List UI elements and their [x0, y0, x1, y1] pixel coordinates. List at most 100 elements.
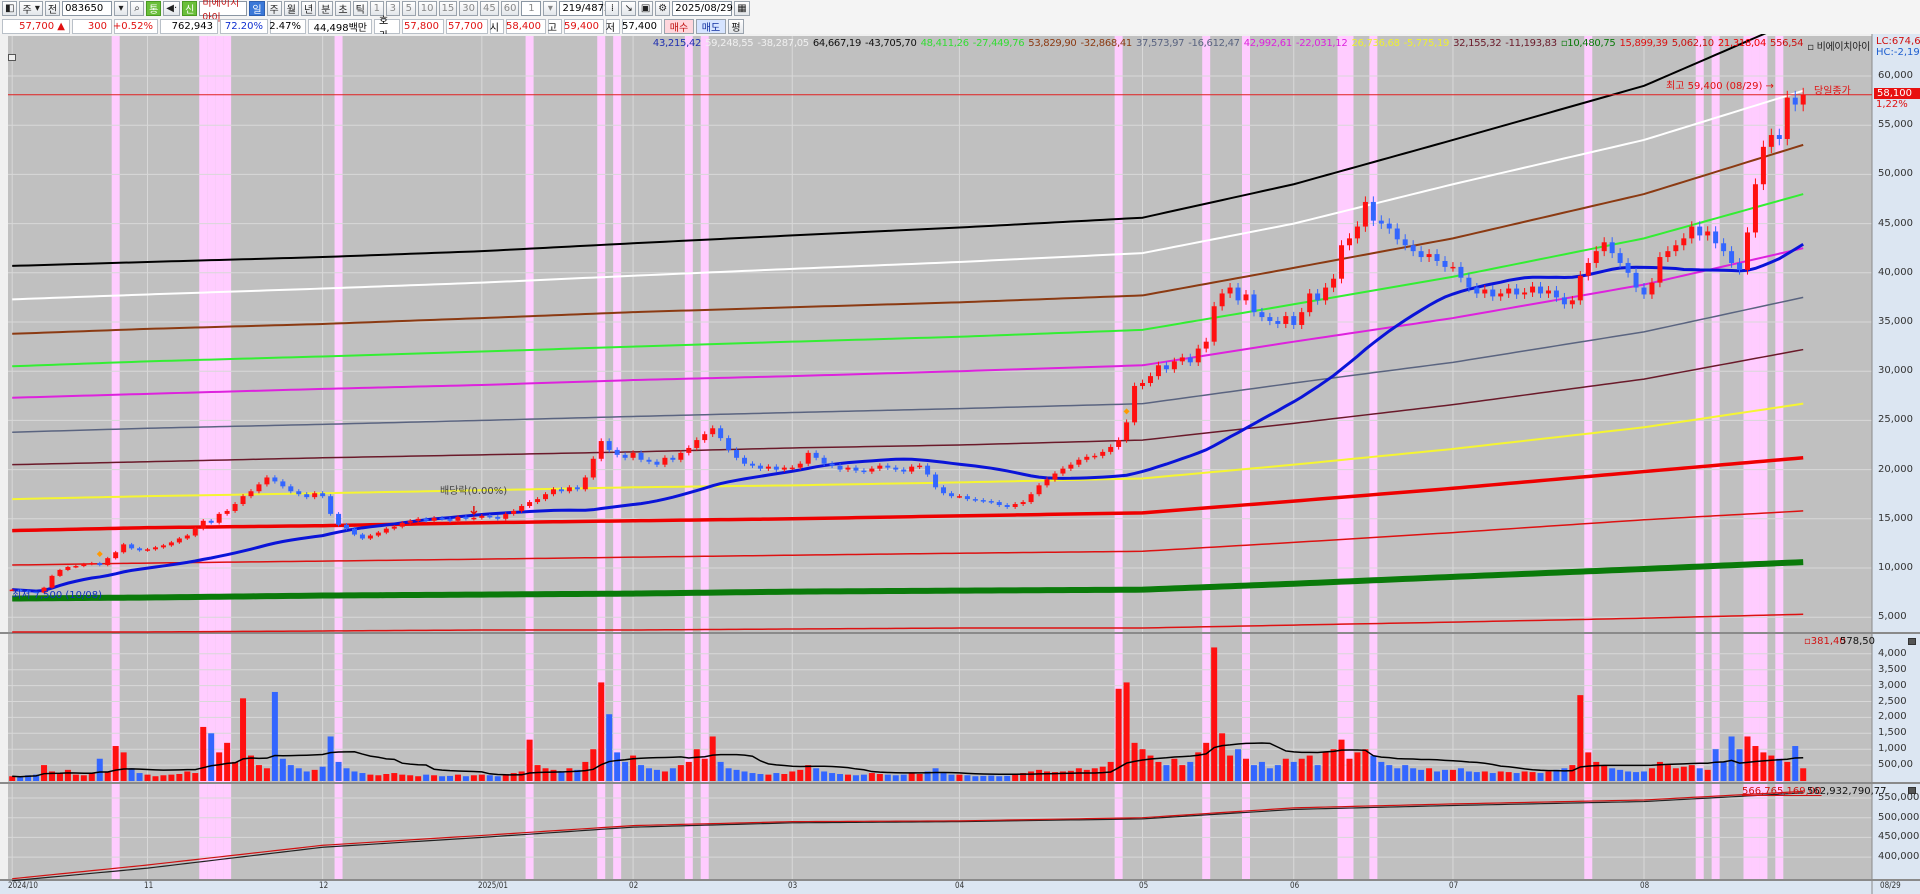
all-button[interactable]: 전	[44, 1, 61, 16]
candle-body	[200, 520, 206, 529]
volume-bar	[295, 768, 302, 781]
period-tick[interactable]: 틱	[352, 1, 368, 16]
volume-bar	[1067, 770, 1074, 781]
gear-icon[interactable]: ⚙	[655, 1, 671, 16]
candle-body	[121, 544, 127, 553]
volume-bar	[271, 691, 278, 781]
interval-60[interactable]: 60	[500, 1, 520, 16]
candle-body	[383, 528, 389, 533]
interval-5[interactable]: 5	[401, 1, 416, 16]
volume-bar	[916, 774, 923, 781]
period-second[interactable]: 초	[335, 1, 351, 16]
volume-bar	[646, 768, 652, 781]
bid-price: 57,700	[446, 19, 488, 34]
candle-body	[972, 499, 978, 501]
interval-45[interactable]: 45	[479, 1, 499, 16]
close-annotation: 당일종가	[1814, 86, 1851, 97]
interval-input[interactable]: 1	[521, 1, 542, 16]
period-type-select[interactable]: 주 ▾	[19, 1, 43, 16]
volume-bar	[263, 768, 270, 781]
volume-bar	[462, 776, 469, 781]
interval-10[interactable]: 10	[417, 1, 437, 16]
candle-body	[1649, 282, 1655, 295]
candle-body	[1426, 254, 1432, 258]
candle-body	[1116, 440, 1122, 447]
volume-bar	[1091, 768, 1098, 781]
volume-bar	[1449, 769, 1456, 781]
candle-body	[415, 518, 421, 521]
candle-body	[837, 465, 843, 470]
legend-value: ▫ 비에이치아이	[1807, 42, 1870, 53]
volume-bar	[1648, 768, 1655, 781]
speaker-icon[interactable]: ◀·	[163, 1, 181, 16]
volume-bar	[168, 774, 175, 781]
trend-icon[interactable]: ↘	[621, 1, 636, 16]
search-icon[interactable]: ⌕	[130, 1, 145, 16]
buy-button[interactable]: 매수	[664, 19, 694, 34]
low-price: 57,400	[622, 19, 662, 34]
volume-tick-label: 3,000	[1878, 679, 1907, 691]
legend-value: -32,868,41	[1080, 38, 1132, 49]
period-year[interactable]: 년	[300, 1, 317, 16]
candle-body	[503, 513, 509, 519]
volume-bar	[1752, 746, 1759, 781]
candle-body	[1641, 287, 1647, 295]
stock-chart[interactable]	[0, 34, 1920, 894]
new-badge[interactable]: 신	[182, 1, 198, 16]
date-tick-label: 11	[143, 881, 153, 891]
candle-body	[1768, 135, 1774, 147]
highlight-band	[1695, 36, 1704, 880]
sell-button[interactable]: 매도	[696, 19, 726, 34]
date-input[interactable]: 2025/08/29	[672, 1, 733, 16]
candle-body	[1689, 226, 1695, 239]
volume-bar	[1219, 733, 1226, 781]
legend-value: 59,248,55	[705, 38, 754, 49]
volume-bar	[240, 698, 247, 781]
volume-bar	[391, 773, 398, 781]
candle-body	[511, 510, 517, 514]
candle-body	[1402, 239, 1408, 246]
code-dropdown-icon[interactable]: ▾	[114, 1, 129, 16]
candle-body	[1315, 293, 1321, 301]
candle-body	[336, 513, 342, 525]
candle-body	[272, 477, 278, 482]
calendar-icon[interactable]: ▦	[734, 1, 750, 16]
chart-menu-icon[interactable]	[8, 54, 16, 61]
period-minute[interactable]: 분	[318, 1, 334, 16]
interval-30[interactable]: 30	[459, 1, 478, 16]
interval-dropdown-icon[interactable]: ▾	[543, 1, 558, 16]
volume-bar	[1282, 758, 1289, 781]
volume-bar	[1728, 736, 1735, 781]
volume-panel-menu-icon[interactable]	[1908, 638, 1916, 645]
candle-body	[1299, 312, 1305, 325]
volume-bar	[1593, 761, 1600, 781]
volume-bar	[685, 761, 692, 781]
candle-body	[1737, 262, 1743, 270]
high-label: 고	[548, 19, 562, 34]
candle-body	[57, 569, 63, 576]
layout-icon[interactable]: ◧	[2, 1, 18, 16]
period-day[interactable]: 일	[249, 1, 265, 16]
stock-code-input[interactable]: 083650	[62, 1, 113, 16]
stock-name-field[interactable]: 비에이치아이	[199, 0, 248, 24]
period-month[interactable]: 월	[283, 1, 299, 16]
save-icon[interactable]: ▣	[637, 1, 654, 16]
volume-bar	[566, 768, 573, 781]
avg-button[interactable]: 평	[728, 19, 744, 34]
volume-bar	[144, 774, 151, 781]
candle-body	[718, 428, 724, 439]
add-indicator-icon[interactable]: ⁞	[605, 1, 620, 16]
candle-body	[749, 463, 755, 466]
volume-bar	[1672, 768, 1679, 781]
volume-bar	[669, 768, 676, 781]
candle-body	[630, 452, 636, 458]
comm-button[interactable]: 통	[146, 1, 162, 16]
legend-value: 5,062,10	[1671, 38, 1714, 49]
candle-body	[1346, 238, 1352, 246]
volume-bar	[1529, 772, 1536, 781]
price-tick-label: 45,000	[1878, 217, 1913, 229]
candle-body	[232, 504, 238, 511]
interval-15[interactable]: 15	[438, 1, 458, 16]
price-tick-label: 50,000	[1878, 168, 1913, 180]
period-week[interactable]: 주	[266, 1, 282, 16]
